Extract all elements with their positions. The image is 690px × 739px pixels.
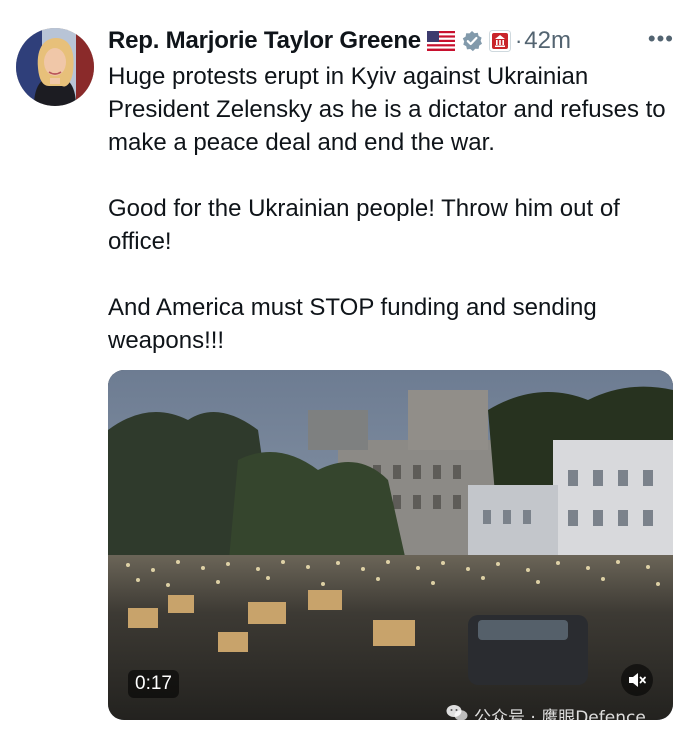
more-options-button[interactable]: ••• <box>648 26 674 52</box>
video-player[interactable]: 0:17 <box>108 370 673 720</box>
volume-muted-icon[interactable] <box>621 664 653 696</box>
header-separator: · <box>514 28 523 53</box>
timestamp[interactable]: 42m <box>524 27 571 55</box>
video-thumbnail <box>108 370 673 720</box>
tweet-paragraph: Huge protests erupt in Kyiv against Ukra… <box>108 63 666 156</box>
avatar-image <box>16 28 94 106</box>
watermark-text: 公众号 · 鹰眼Defence <box>474 707 646 728</box>
government-affiliation-icon[interactable] <box>488 30 511 52</box>
video-duration: 0:17 <box>128 670 179 698</box>
verified-badge-icon[interactable] <box>461 30 483 52</box>
tweet-paragraph: And America must STOP funding and sendin… <box>108 294 597 354</box>
watermark: 公众号 · 鹰眼Defence <box>446 700 680 730</box>
tweet-header: Rep. Marjorie Taylor Greene · 42m ••• <box>108 24 674 58</box>
tweet-paragraph: Good for the Ukrainian people! Throw him… <box>108 195 620 255</box>
wechat-icon <box>446 704 468 727</box>
avatar[interactable] <box>16 28 94 106</box>
tweet-card[interactable]: Rep. Marjorie Taylor Greene · 42m ••• Hu… <box>0 0 690 739</box>
author-name[interactable]: Rep. Marjorie Taylor Greene <box>108 27 421 55</box>
us-flag-icon <box>426 31 455 51</box>
tweet-text: Huge protests erupt in Kyiv against Ukra… <box>108 60 678 357</box>
